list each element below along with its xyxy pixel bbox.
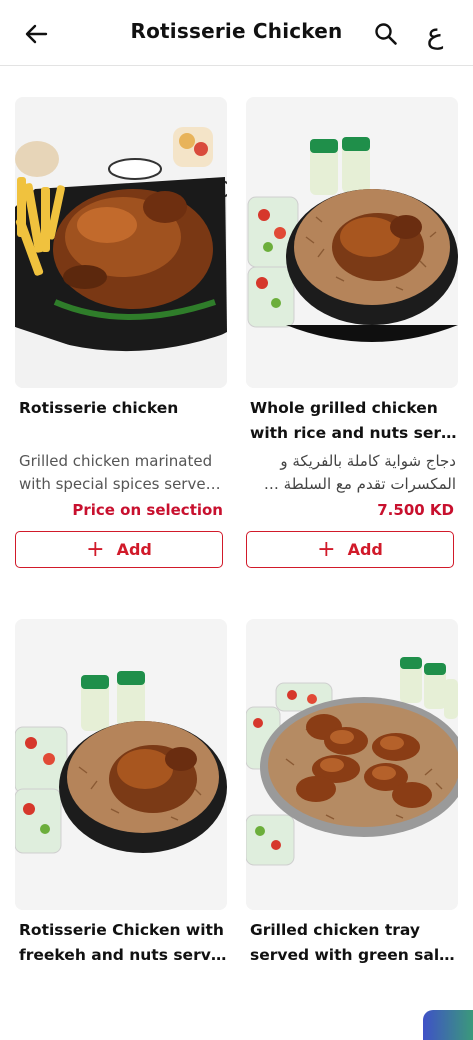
plus-icon: +: [86, 536, 105, 562]
product-image[interactable]: [15, 97, 227, 388]
product-description: Grilled chicken marinated with special s…: [19, 452, 221, 493]
language-toggle-button[interactable]: ع: [420, 16, 450, 52]
add-button-label: Add: [347, 540, 383, 559]
product-description: دجاج شواية كاملة بالفريكة و المكسرات تقد…: [263, 452, 456, 493]
search-icon[interactable]: [373, 21, 399, 47]
product-name[interactable]: Whole grilled chicken with rice and nuts…: [250, 396, 458, 446]
product-image[interactable]: [246, 97, 458, 388]
floating-cart-button[interactable]: [423, 1010, 473, 1040]
product-image[interactable]: [246, 619, 458, 910]
add-to-cart-button[interactable]: + Add: [246, 531, 454, 568]
product-card[interactable]: Grilled chicken tray served with green s…: [246, 619, 458, 979]
product-card[interactable]: Rotisserie chicken Grilled chicken marin…: [15, 97, 227, 572]
product-name[interactable]: Grilled chicken tray served with green s…: [250, 918, 458, 968]
add-to-cart-button[interactable]: + Add: [15, 531, 223, 568]
product-name[interactable]: Rotisserie chicken: [19, 396, 227, 421]
product-card[interactable]: Rotisserie Chicken with freekeh and nuts…: [15, 619, 227, 979]
product-image[interactable]: [15, 619, 227, 910]
add-button-label: Add: [116, 540, 152, 559]
product-card[interactable]: Whole grilled chicken with rice and nuts…: [246, 97, 458, 572]
plus-icon: +: [317, 536, 336, 562]
product-name[interactable]: Rotisserie Chicken with freekeh and nuts…: [19, 918, 227, 968]
product-price: 7.500 KD: [377, 501, 454, 519]
app-header: Rotisserie Chicken ع: [0, 0, 473, 66]
back-arrow-icon[interactable]: [22, 20, 50, 48]
page-title: Rotisserie Chicken: [130, 19, 343, 43]
product-price: Price on selection: [72, 501, 223, 519]
